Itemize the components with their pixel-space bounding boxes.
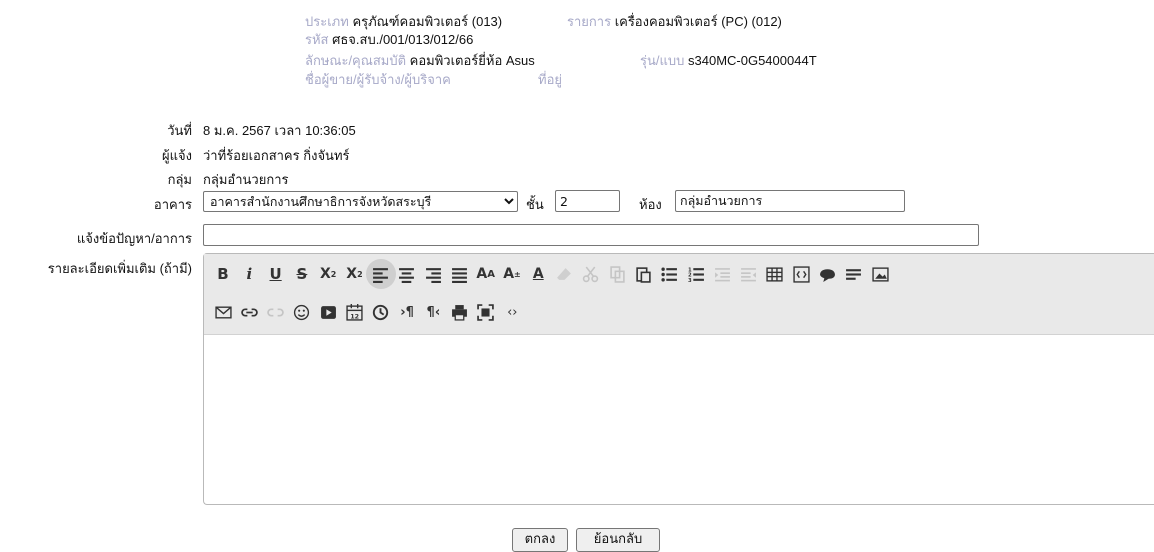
numbered-list-icon[interactable]: 123 <box>685 260 707 288</box>
ltr-icon[interactable]: ›¶ <box>396 298 418 326</box>
time-icon[interactable] <box>370 298 392 326</box>
details-editor[interactable]: B i U S X2 X2 AA A ± A 1 2 3 12 ›¶ ¶‹ ‹› <box>203 253 1154 505</box>
asset-code-value: ศธจ.สบ./001/013/012/66 <box>332 32 474 47</box>
asset-item-value: เครื่องคอมพิวเตอร์ (PC) (012) <box>614 14 782 29</box>
asset-address-label: ที่อยู่ <box>538 72 562 87</box>
asset-model-value: s340MC-0G5400044T <box>688 53 817 68</box>
group-value: กลุ่มอำนวยการ <box>203 172 289 187</box>
outdent-icon[interactable] <box>711 260 733 288</box>
image-icon[interactable] <box>869 260 891 288</box>
font-color-icon[interactable]: A <box>527 260 549 288</box>
asset-model-label: รุ่น/แบบ <box>640 53 685 68</box>
copy-icon[interactable] <box>606 260 628 288</box>
details-label: รายละเอียดเพิ่มเติม (ถ้ามี) <box>47 261 192 276</box>
toolbar-row-1: B i U S X2 X2 AA A ± A 1 2 3 <box>212 258 895 290</box>
code-icon[interactable]: ‹› <box>501 298 523 326</box>
group-label: กลุ่ม <box>167 172 192 187</box>
ok-button[interactable]: ตกลง <box>512 528 568 552</box>
asset-code-line: รหัส ศธจ.สบ./001/013/012/66 <box>305 29 473 50</box>
editor-toolbar: B i U S X2 X2 AA A ± A 1 2 3 12 ›¶ ¶‹ ‹› <box>204 254 1154 335</box>
floor-label: ชั้น <box>526 197 544 212</box>
svg-text:12: 12 <box>350 312 359 320</box>
align-left-icon[interactable] <box>365 259 396 289</box>
source-icon[interactable] <box>790 260 812 288</box>
paste-icon[interactable] <box>632 260 654 288</box>
rtl-icon[interactable]: ¶‹ <box>422 298 444 326</box>
font-size-icon[interactable]: A ± <box>501 260 523 288</box>
asset-model-line: รุ่น/แบบ s340MC-0G5400044T <box>640 50 817 71</box>
back-button[interactable]: ย้อนกลับ <box>576 528 660 552</box>
floor-input[interactable] <box>555 190 620 212</box>
asset-item-line: รายการ เครื่องคอมพิวเตอร์ (PC) (012) <box>567 11 782 32</box>
comment-icon[interactable] <box>817 260 839 288</box>
asset-vendor-label: ชื่อผู้ขาย/ผู้รับจ้าง/ผู้บริจาค <box>305 72 451 87</box>
italic-icon[interactable]: i <box>238 260 260 288</box>
room-input[interactable] <box>675 190 905 212</box>
room-label: ห้อง <box>639 197 662 212</box>
problem-input[interactable] <box>203 224 979 246</box>
bold-icon[interactable]: B <box>212 260 234 288</box>
eraser-icon[interactable] <box>554 260 576 288</box>
building-select[interactable]: อาคารสำนักงานศึกษาธิการจังหวัดสระบุรี <box>203 191 518 212</box>
date-label: วันที่ <box>167 123 192 138</box>
editor-content-area[interactable] <box>204 335 1154 504</box>
cut-icon[interactable] <box>580 260 602 288</box>
asset-type-label: ประเภท <box>305 14 349 29</box>
align-center-icon[interactable] <box>396 260 418 288</box>
unlink-icon[interactable] <box>265 298 287 326</box>
svg-text:3: 3 <box>688 277 692 282</box>
toolbar-row-2: 12 ›¶ ¶‹ ‹› <box>212 296 528 328</box>
asset-spec-line: ลักษณะ/คุณสมบัติ คอมพิวเตอร์ยี่ห้อ Asus <box>305 50 535 71</box>
date-value: 8 ม.ค. 2567 เวลา 10:36:05 <box>203 123 356 138</box>
email-icon[interactable] <box>212 298 234 326</box>
reporter-value: ว่าที่ร้อยเอกสาคร กิ่งจันทร์ <box>203 148 350 163</box>
bullet-list-icon[interactable] <box>659 260 681 288</box>
emoji-icon[interactable] <box>291 298 313 326</box>
underline-icon[interactable]: U <box>265 260 287 288</box>
asset-item-label: รายการ <box>567 14 612 29</box>
justify-icon[interactable] <box>448 260 470 288</box>
asset-code-label: รหัส <box>305 32 329 47</box>
fullscreen-icon[interactable] <box>475 298 497 326</box>
building-label: อาคาร <box>153 197 192 212</box>
subscript-icon[interactable]: X2 <box>317 260 339 288</box>
strikethrough-icon[interactable]: S <box>291 260 313 288</box>
link-icon[interactable] <box>238 298 260 326</box>
font-family-icon[interactable]: AA <box>475 260 497 288</box>
superscript-icon[interactable]: X2 <box>343 260 365 288</box>
reporter-label: ผู้แจ้ง <box>162 148 192 163</box>
asset-spec-value: คอมพิวเตอร์ยี่ห้อ Asus <box>409 53 535 68</box>
horizontal-rule-icon[interactable] <box>843 260 865 288</box>
asset-spec-label: ลักษณะ/คุณสมบัติ <box>305 53 407 68</box>
video-icon[interactable] <box>317 298 339 326</box>
problem-label: แจ้งข้อปัญหา/อาการ <box>76 231 192 246</box>
print-icon[interactable] <box>449 298 471 326</box>
align-right-icon[interactable] <box>422 260 444 288</box>
asset-type-value: ครุภัณฑ์คอมพิวเตอร์ (013) <box>352 14 503 29</box>
table-icon[interactable] <box>764 260 786 288</box>
date-icon[interactable]: 12 <box>343 298 365 326</box>
indent-icon[interactable] <box>738 260 760 288</box>
